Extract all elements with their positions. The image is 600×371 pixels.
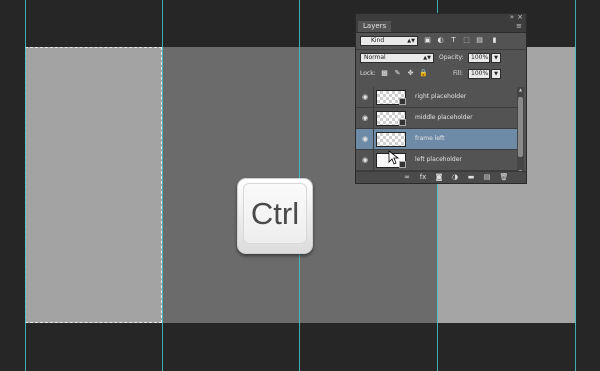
frame-left-selection[interactable]: [25, 47, 162, 323]
ctrl-key-label: Ctrl: [250, 195, 300, 231]
guide-line[interactable]: [25, 0, 26, 371]
mouse-cursor-icon: [388, 150, 400, 165]
add-mask-icon[interactable]: ◙: [434, 172, 444, 183]
visibility-eye-icon[interactable]: ◉: [360, 113, 370, 123]
shape-filter-icon[interactable]: ⬚: [462, 36, 471, 45]
divider: [373, 129, 374, 149]
blend-mode-dropdown[interactable]: Normal ▲▼: [360, 53, 434, 63]
opacity-label: Opacity:: [439, 54, 464, 61]
opacity-field[interactable]: 100%: [468, 53, 490, 63]
new-layer-icon[interactable]: ▤: [482, 172, 492, 183]
layer-row-middle-placeholder[interactable]: ◉ middle placeholder: [356, 108, 518, 129]
layers-scrollbar[interactable]: ▲ ▼: [517, 87, 524, 174]
blend-mode-value: Normal: [364, 54, 386, 61]
divider: [373, 150, 374, 170]
guide-line[interactable]: [575, 0, 576, 371]
lock-position-icon[interactable]: ✥: [406, 69, 415, 78]
adjustment-layer-icon[interactable]: ◑: [450, 172, 460, 183]
scrollbar-thumb[interactable]: [518, 97, 523, 157]
panel-tab-bar: Layers ≡: [356, 21, 526, 33]
blend-row: Normal ▲▼ Opacity: 100% ▼: [356, 50, 526, 66]
filter-row: Kind ▲▼ ▣ ◐ T ⬚ ▤ ▮: [356, 33, 526, 49]
filter-toggle-icon[interactable]: ▮: [490, 36, 499, 45]
visibility-eye-icon[interactable]: ◉: [360, 92, 370, 102]
smart-object-filter-icon[interactable]: ▤: [475, 36, 484, 45]
layer-name[interactable]: middle placeholder: [415, 113, 473, 123]
panel-title-strip[interactable]: » ×: [356, 13, 526, 21]
ctrl-key-overlay: Ctrl: [237, 178, 313, 254]
layer-style-fx-icon[interactable]: fx: [418, 172, 428, 183]
fill-dropdown-icon[interactable]: ▼: [491, 69, 501, 79]
adjustment-filter-icon[interactable]: ◐: [436, 36, 445, 45]
pixel-filter-icon[interactable]: ▣: [423, 36, 432, 45]
divider: [373, 108, 374, 128]
layer-row-frame-left[interactable]: ◉ frame left: [356, 129, 518, 150]
layer-thumbnail: [376, 132, 406, 147]
fill-label: Fill:: [453, 70, 464, 77]
layer-name[interactable]: frame left: [415, 134, 444, 144]
panel-bottom-toolbar: ∞ fx ◙ ◑ ▬ ▤ 🗑: [356, 171, 526, 183]
trash-icon[interactable]: 🗑: [499, 172, 509, 183]
close-panel-icon[interactable]: ×: [517, 13, 523, 21]
new-group-folder-icon[interactable]: ▬: [466, 172, 476, 183]
layers-list: ◉ right placeholder ◉ middle placeholder…: [356, 87, 518, 174]
link-layers-icon[interactable]: ∞: [402, 172, 412, 183]
layer-row-left-placeholder[interactable]: ◉ left placeholder: [356, 150, 518, 171]
visibility-eye-icon[interactable]: ◉: [360, 155, 370, 165]
smart-object-badge-icon: [399, 119, 406, 126]
layer-name[interactable]: left placeholder: [415, 155, 462, 165]
type-filter-icon[interactable]: T: [449, 36, 458, 45]
guide-line[interactable]: [162, 0, 163, 371]
collapse-panel-icon[interactable]: »: [510, 13, 514, 21]
visibility-eye-icon[interactable]: ◉: [360, 134, 370, 144]
chevron-down-icon: ▲▼: [407, 38, 415, 44]
lock-all-icon[interactable]: 🔒: [419, 69, 428, 78]
divider: [373, 87, 374, 107]
filter-kind-value: Kind: [371, 37, 385, 44]
lock-image-pixels-icon[interactable]: ✎: [393, 69, 402, 78]
lock-row: Lock: ▩ ✎ ✥ 🔒 Fill: 100% ▼: [356, 66, 526, 82]
smart-object-badge-icon: [399, 98, 406, 105]
lock-transparent-pixels-icon[interactable]: ▩: [380, 69, 389, 78]
opacity-dropdown-icon[interactable]: ▼: [491, 53, 501, 63]
filter-kind-dropdown[interactable]: Kind ▲▼: [360, 36, 418, 46]
lock-label: Lock:: [360, 70, 376, 77]
fill-field[interactable]: 100%: [468, 69, 490, 79]
layer-name[interactable]: right placeholder: [415, 92, 466, 102]
layer-row-right-placeholder[interactable]: ◉ right placeholder: [356, 87, 518, 108]
tab-layers[interactable]: Layers: [358, 21, 392, 32]
chevron-down-icon: ▲▼: [423, 55, 431, 61]
layers-panel: » × Layers ≡ Kind ▲▼ ▣ ◐ T ⬚ ▤ ▮ Normal …: [355, 13, 527, 184]
panel-menu-icon[interactable]: ≡: [516, 22, 522, 30]
scroll-up-icon[interactable]: ▲: [517, 87, 524, 92]
ctrl-key-face: Ctrl: [243, 183, 307, 244]
